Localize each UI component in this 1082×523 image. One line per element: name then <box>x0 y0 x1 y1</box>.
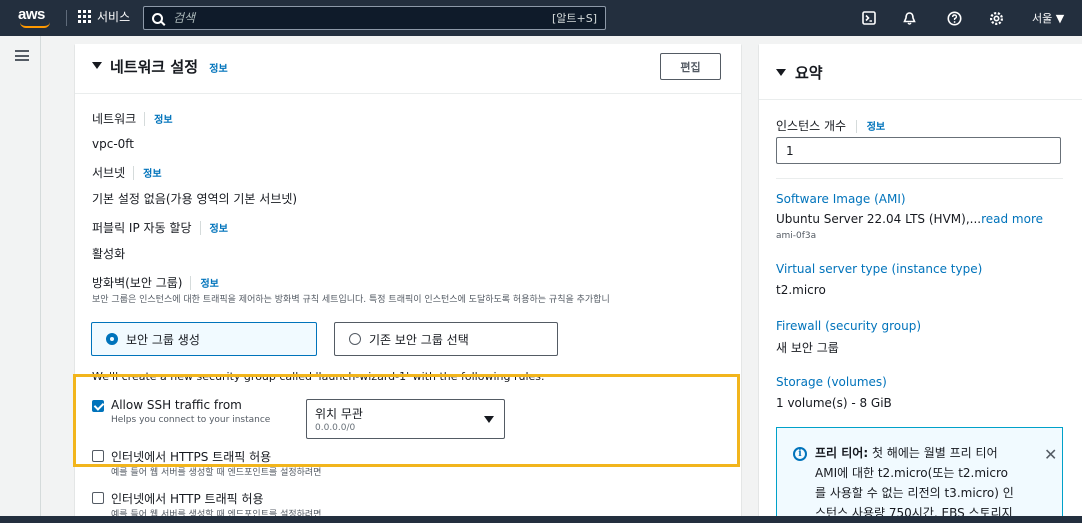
create-security-group-label: 보안 그룹 생성 <box>126 332 200 347</box>
hamburger-menu-icon[interactable] <box>15 50 29 61</box>
https-checkbox[interactable] <box>92 450 104 462</box>
ami-value-text: Ubuntu Server 22.04 LTS (HVM),... <box>776 212 982 226</box>
http-checkbox[interactable] <box>92 492 104 504</box>
free-tier-alert: i 프리 티어: 첫 해에는 월별 프리 티어 AMI에 대한 t2.micro… <box>776 427 1063 516</box>
services-menu-button[interactable]: 서비스 <box>78 8 130 25</box>
ami-read-more-link[interactable]: read more <box>981 212 1043 226</box>
storage-value: 1 volume(s) - 8 GiB <box>776 396 892 410</box>
ami-heading-link[interactable]: Software Image (AMI) <box>776 192 906 206</box>
cloudshell-icon[interactable] <box>861 10 877 26</box>
free-tier-bold: 프리 티어: <box>815 446 869 460</box>
ami-value: Ubuntu Server 22.04 LTS (HVM),...read mo… <box>776 212 1043 226</box>
ssh-label: Allow SSH traffic from <box>111 398 242 412</box>
http-label: 인터넷에서 HTTP 트래픽 허용 <box>111 492 264 506</box>
ssh-source-select[interactable]: 위치 무관 0.0.0.0/0 <box>306 399 505 439</box>
search-icon <box>152 12 163 24</box>
create-security-group-note: We'll create a new security group called… <box>92 370 545 383</box>
network-settings-title-text: 네트워크 설정 <box>110 58 199 76</box>
network-field-label: 네트워크 정보 <box>92 110 173 127</box>
public-ip-label-text: 퍼블릭 IP 자동 할당 <box>92 221 192 235</box>
network-settings-header: 네트워크 설정 정보 편집 <box>75 44 741 94</box>
create-security-group-radio[interactable] <box>106 333 118 345</box>
edit-button[interactable]: 편집 <box>660 53 721 80</box>
collapse-caret-icon[interactable] <box>92 62 102 69</box>
instance-count-info-link[interactable]: 정보 <box>867 122 885 133</box>
top-navigation: aws 서비스 [알트+S] 서울 ▼ <box>0 0 1082 36</box>
help-icon[interactable] <box>946 10 962 26</box>
instance-count-label: 인스턴스 개수 정보 <box>776 117 885 134</box>
storage-heading-link[interactable]: Storage (volumes) <box>776 375 887 389</box>
instance-type-heading-link[interactable]: Virtual server type (instance type) <box>776 262 982 276</box>
existing-security-group-option[interactable]: 기존 보안 그룹 선택 <box>334 322 558 356</box>
network-info-link[interactable]: 정보 <box>154 111 172 126</box>
firewall-label-text: 방화벽(보안 그룹) <box>92 276 183 290</box>
network-value: vpc-0ft <box>92 137 134 151</box>
subnet-info-link[interactable]: 정보 <box>143 165 161 180</box>
existing-security-group-label: 기존 보안 그룹 선택 <box>369 332 469 347</box>
network-settings-info-link[interactable]: 정보 <box>209 64 227 75</box>
aws-logo-text: aws <box>18 6 45 23</box>
https-label: 인터넷에서 HTTPS 트래픽 허용 <box>111 450 272 464</box>
instance-count-input[interactable] <box>776 137 1061 164</box>
search-shortcut: [알트+S] <box>551 12 597 25</box>
ami-id: ami-0f3a <box>776 231 817 241</box>
grid-icon <box>78 10 91 23</box>
ssh-source-value: 위치 무관 <box>315 407 363 421</box>
https-description: 예를 들어 웹 서버를 생성할 때 엔드포인트를 설정하려면 <box>111 468 322 478</box>
search-input[interactable] <box>173 11 552 25</box>
summary-title: 요약 <box>795 64 823 82</box>
region-selector[interactable]: 서울 ▼ <box>1032 10 1064 26</box>
network-label-text: 네트워크 <box>92 112 137 126</box>
instance-type-value: t2.micro <box>776 283 826 297</box>
firewall-value: 새 보안 그룹 <box>776 341 839 355</box>
aws-logo[interactable]: aws <box>18 6 52 30</box>
ssh-checkbox[interactable] <box>92 400 104 412</box>
dropdown-arrow-icon <box>484 416 494 423</box>
side-rail-divider <box>40 36 41 516</box>
bottom-bar <box>0 516 1082 523</box>
firewall-field-label: 방화벽(보안 그룹) 정보 <box>92 274 219 291</box>
free-tier-text: 프리 티어: 첫 해에는 월별 프리 티어 AMI에 대한 t2.micro(또… <box>815 443 1015 516</box>
info-circle-icon: i <box>793 447 807 461</box>
firewall-heading-link[interactable]: Firewall (security group) <box>776 319 921 333</box>
search-bar[interactable]: [알트+S] <box>143 6 606 30</box>
services-label: 서비스 <box>97 10 131 24</box>
subnet-field-label: 서브넷 정보 <box>92 164 162 181</box>
subnet-value: 기본 설정 없음(가용 영역의 기본 서브넷) <box>92 192 298 206</box>
summary-divider <box>776 178 1063 179</box>
public-ip-field-label: 퍼블릭 IP 자동 할당 정보 <box>92 219 228 236</box>
summary-panel: 요약 인스턴스 개수 정보 Software Image (AMI) Ubunt… <box>759 44 1082 516</box>
gear-icon[interactable] <box>988 10 1004 26</box>
http-description: 예를 들어 웹 서버를 생성할 때 엔드포인트를 설정하려면 <box>111 510 322 516</box>
bell-icon[interactable] <box>901 10 917 26</box>
aws-smile-icon <box>20 22 50 28</box>
public-ip-info-link[interactable]: 정보 <box>210 220 228 235</box>
ssh-source-cidr: 0.0.0.0/0 <box>315 423 356 433</box>
close-icon[interactable]: ✕ <box>1044 445 1057 464</box>
nav-divider <box>66 10 67 26</box>
existing-security-group-radio[interactable] <box>349 333 361 345</box>
summary-header: 요약 <box>759 44 1082 100</box>
firewall-description: 보안 그룹은 인스턴스에 대한 트래픽을 제어하는 방화벽 규칙 세트입니다. … <box>92 295 610 305</box>
ssh-description: Helps you connect to your instance <box>111 415 271 425</box>
firewall-info-link[interactable]: 정보 <box>200 275 218 290</box>
subnet-label-text: 서브넷 <box>92 166 126 180</box>
instance-count-label-text: 인스턴스 개수 <box>776 119 847 133</box>
network-settings-panel: 네트워크 설정 정보 편집 네트워크 정보 vpc-0ft 서브넷 정보 기본 설정… <box>75 44 741 516</box>
network-settings-title: 네트워크 설정 정보 <box>110 56 228 77</box>
public-ip-value: 활성화 <box>92 247 126 261</box>
summary-collapse-caret-icon[interactable] <box>776 69 786 76</box>
create-security-group-option[interactable]: 보안 그룹 생성 <box>91 322 317 356</box>
